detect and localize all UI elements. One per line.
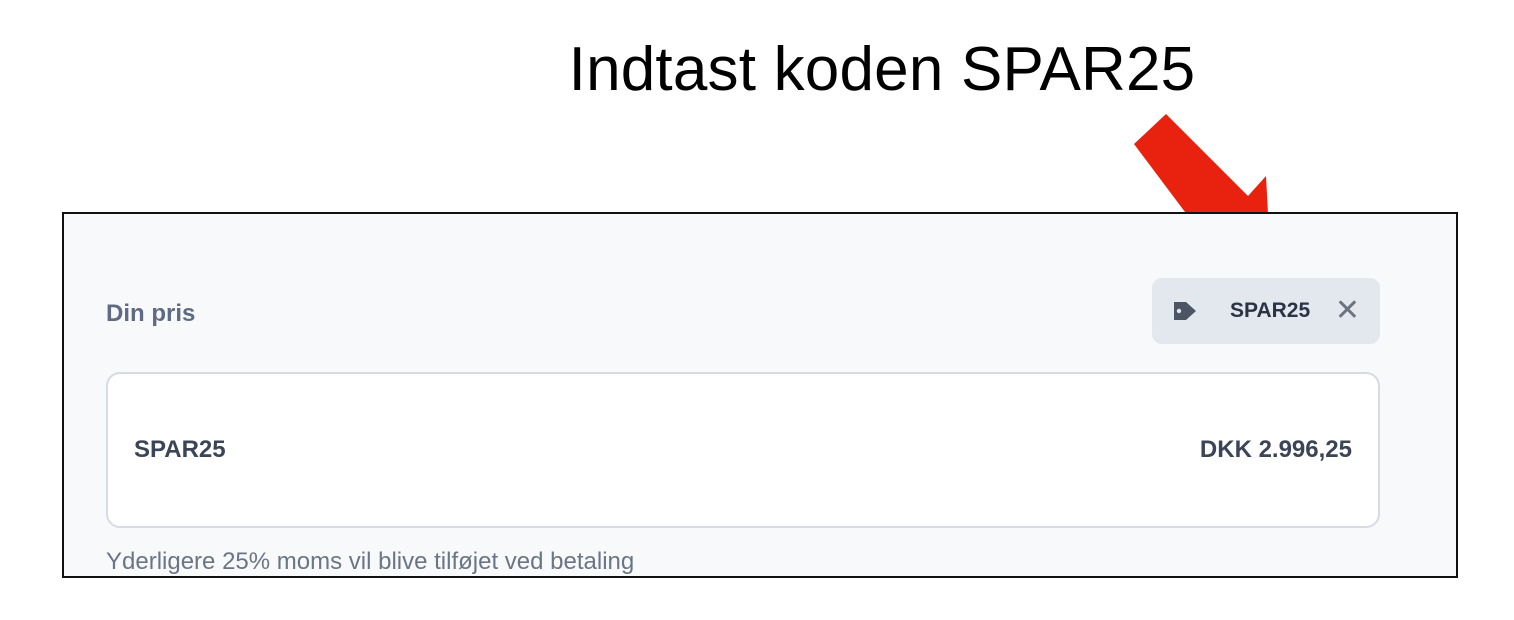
- instruction-headline: Indtast koden SPAR25: [568, 35, 1196, 104]
- vat-note: Yderligere 25% moms vil blive tilføjet v…: [106, 548, 635, 575]
- price-line-box: SPAR25 DKK 2.996,25: [106, 372, 1380, 528]
- line-item-amount: DKK 2.996,25: [1199, 436, 1352, 463]
- tag-icon: [1172, 299, 1200, 323]
- applied-coupon-tag: SPAR25 ✕: [1152, 278, 1380, 344]
- close-icon[interactable]: ✕: [1335, 296, 1360, 326]
- price-label: Din pris: [106, 300, 196, 327]
- coupon-code: SPAR25: [1230, 299, 1311, 322]
- line-item-name: SPAR25: [134, 436, 226, 463]
- price-panel: Din pris SPAR25 ✕ SPAR25 DKK 2.996,25 Yd…: [62, 212, 1458, 578]
